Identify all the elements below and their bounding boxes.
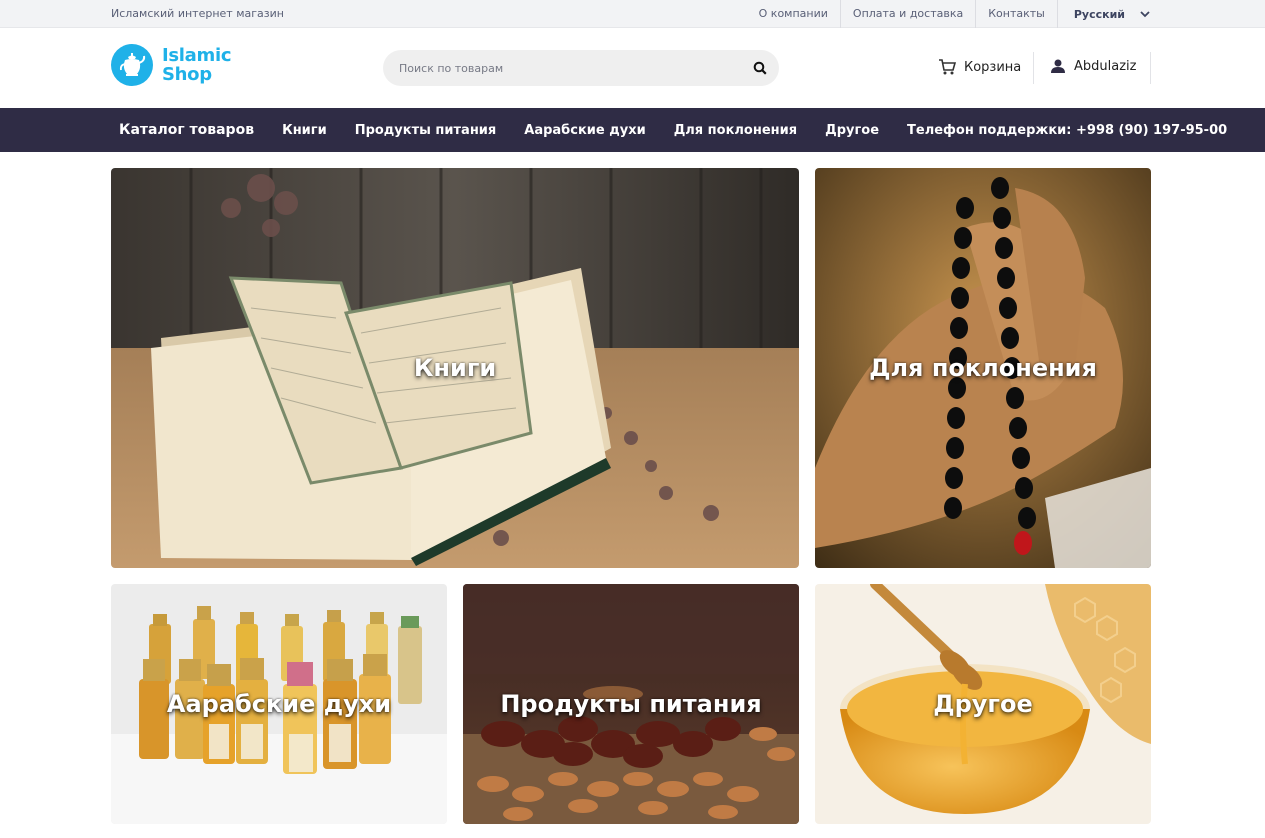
nav-catalog[interactable]: Каталог товаров — [111, 122, 262, 138]
main-nav: Каталог товаров Книги Продукты питания А… — [0, 108, 1265, 152]
teapot-icon — [111, 44, 153, 86]
category-tile-perfumes[interactable]: Аарабские духи — [111, 584, 447, 824]
top-link-payment-delivery[interactable]: Оплата и доставка — [841, 0, 977, 28]
header-divider — [1150, 52, 1151, 84]
search-input[interactable] — [399, 50, 739, 86]
category-tile-other[interactable]: Другое — [815, 584, 1151, 824]
tile-label: Для поклонения — [869, 354, 1097, 382]
language-label: Русский — [1073, 7, 1125, 21]
nav-item-other[interactable]: Другое — [817, 123, 887, 138]
nav-item-books[interactable]: Книги — [274, 123, 335, 138]
logo[interactable]: Islamic Shop — [111, 44, 232, 86]
category-tile-food[interactable]: Продукты питания — [463, 584, 799, 824]
logo-line-2: Shop — [162, 64, 212, 85]
tile-label: Продукты питания — [500, 690, 762, 718]
top-links: О компании Оплата и доставка Контакты Ру… — [747, 0, 1151, 28]
user-account-button[interactable]: Abdulaziz — [1050, 58, 1136, 74]
logo-line-1: Islamic — [162, 45, 232, 66]
user-icon — [1051, 59, 1065, 73]
language-selector[interactable]: Русский — [1058, 0, 1151, 28]
header: Islamic Shop Корзина Abdulaziz — [0, 28, 1265, 108]
nav-item-perfumes[interactable]: Аарабские духи — [516, 123, 653, 138]
cart-label: Корзина — [964, 59, 1022, 75]
top-link-contacts[interactable]: Контакты — [976, 0, 1058, 28]
tile-label: Аарабские духи — [166, 690, 392, 718]
category-tile-worship[interactable]: Для поклонения — [815, 168, 1151, 568]
top-bar: Исламский интернет магазин О компании Оп… — [0, 0, 1265, 28]
site-tagline: Исламский интернет магазин — [111, 7, 284, 20]
tile-label: Книги — [413, 354, 497, 382]
header-divider — [1033, 52, 1034, 84]
nav-item-worship[interactable]: Для поклонения — [666, 123, 805, 138]
support-phone: Телефон поддержки: +998 (90) 197-95-00 — [907, 122, 1228, 138]
top-link-about[interactable]: О компании — [747, 0, 841, 28]
cart-button[interactable]: Корзина — [938, 58, 1021, 76]
logo-text: Islamic Shop — [162, 45, 232, 85]
cart-icon — [939, 59, 956, 75]
category-tile-books[interactable]: Книги — [111, 168, 799, 568]
chevron-down-icon — [1140, 11, 1150, 18]
search-icon[interactable] — [753, 61, 767, 75]
user-name: Abdulaziz — [1074, 58, 1137, 74]
nav-item-food[interactable]: Продукты питания — [347, 123, 505, 138]
search-bar — [383, 50, 779, 86]
tile-label: Другое — [933, 690, 1033, 718]
